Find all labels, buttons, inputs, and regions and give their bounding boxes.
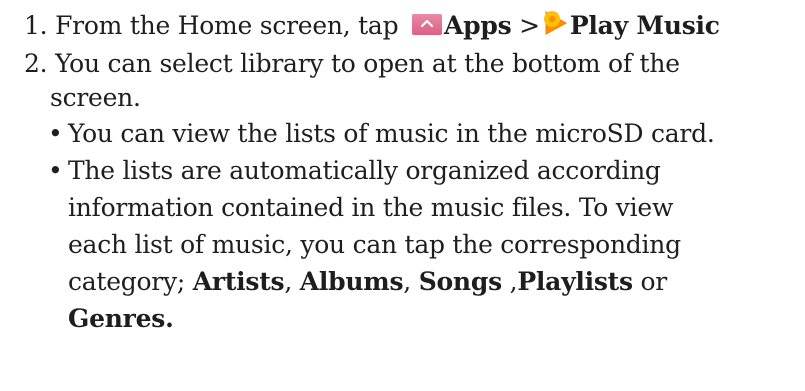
step-1-text: From the Home screen, tap	[55, 11, 399, 40]
play-music-label: Play Music	[569, 11, 720, 40]
category-artists: Artists	[192, 267, 285, 296]
step-2-text-continued: screen.	[50, 83, 141, 112]
category-playlists: Playlists	[517, 267, 633, 296]
bullet-2-line-5: Genres.	[68, 303, 174, 335]
step-2-line-2: screen.	[50, 82, 141, 114]
bullet-2-line-4: category; Artists, Albums, Songs ,Playli…	[68, 266, 667, 298]
bullet-2-text-4-prefix: category;	[68, 267, 193, 296]
bullet-2-text-1: The lists are automatically organized ac…	[68, 156, 661, 185]
step-2-number: 2.	[24, 49, 48, 78]
bullet-symbol: •	[48, 119, 63, 148]
bullet-symbol: •	[48, 156, 63, 185]
bullet-1: • You can view the lists of music in the …	[48, 118, 715, 150]
bullet-1-text: You can view the lists of music in the m…	[68, 119, 715, 148]
category-separator: ,	[284, 267, 300, 296]
bullet-2-line-1: • The lists are automatically organized a…	[48, 155, 661, 187]
category-songs: Songs	[418, 267, 502, 296]
apps-chevron-up-icon	[412, 14, 443, 35]
apps-label: Apps	[444, 11, 512, 40]
bullet-2-line-2: information contained in the music files…	[68, 192, 673, 224]
category-genres: Genres.	[68, 304, 174, 333]
category-albums: Albums	[299, 267, 404, 296]
bullet-2-text-3: each list of music, you can tap the corr…	[68, 230, 681, 259]
step-1-number: 1.	[24, 11, 48, 40]
step-2-line-1: 2. You can select library to open at the…	[24, 48, 680, 80]
step-1: 1. From the Home screen, tap Apps > Play…	[24, 8, 720, 42]
bullet-2-line-3: each list of music, you can tap the corr…	[68, 229, 681, 261]
step-2-text: You can select library to open at the bo…	[55, 49, 680, 78]
play-music-icon	[540, 8, 569, 38]
category-separator: or	[632, 267, 667, 296]
separator: >	[519, 11, 540, 40]
category-separator: ,	[403, 267, 419, 296]
instruction-document: 1. From the Home screen, tap Apps > Play…	[0, 0, 805, 391]
bullet-2-text-2: information contained in the music files…	[68, 193, 674, 222]
category-separator: ,	[501, 267, 518, 296]
